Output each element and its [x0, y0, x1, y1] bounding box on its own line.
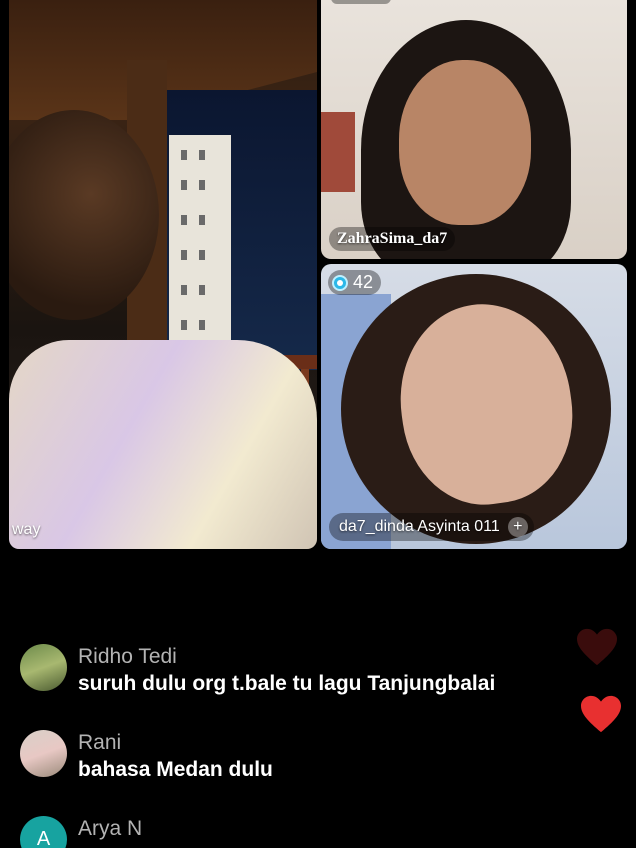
scene-window [199, 180, 205, 190]
scene-window [199, 150, 205, 160]
viewer-count: 42 [353, 272, 374, 292]
scene-window [181, 320, 187, 330]
heart-icon[interactable] [579, 694, 623, 734]
comment-item[interactable]: A Arya N [20, 816, 142, 848]
comment-text: Ridho Tedi suruh dulu org t.bale tu lagu… [78, 644, 495, 698]
avatar[interactable] [20, 644, 67, 691]
avatar[interactable] [20, 730, 67, 777]
comment-text: Arya N [78, 816, 142, 848]
main-tile-label: way [12, 521, 41, 538]
plus-icon[interactable]: + [507, 517, 528, 537]
plus-glyph: + [513, 518, 523, 535]
viewer-badge-partial [331, 0, 391, 4]
guest-1-username[interactable]: ZahraSima_da7 [329, 227, 456, 251]
heart-icon [577, 628, 617, 666]
comment-author[interactable]: Arya N [78, 816, 142, 842]
guest-2-name-pill[interactable]: da7_dinda Asyinta 011 + [329, 513, 534, 541]
scene-window [181, 250, 187, 260]
scene-window [181, 180, 187, 190]
comment-message: bahasa Medan dulu [78, 758, 273, 781]
guest-1-face [399, 60, 531, 225]
comment-author[interactable]: Rani [78, 730, 273, 756]
video-tile-guest-1[interactable]: ZahraSima_da7 [321, 0, 627, 259]
comment-text: Rani bahasa Medan dulu [78, 730, 273, 784]
scene-window [199, 285, 205, 295]
scene-window [181, 215, 187, 225]
comment-message: suruh dulu org t.bale tu lagu Tanjungbal… [78, 672, 496, 695]
scene-window [199, 215, 205, 225]
avatar[interactable]: A [20, 816, 67, 848]
scene-window [199, 250, 205, 260]
gem-icon [332, 274, 348, 291]
video-tile-guest-2[interactable]: 42 da7_dinda Asyinta 011 + [321, 264, 627, 549]
guest-2-username: da7_dinda Asyinta 011 [339, 518, 500, 535]
scene-window [181, 150, 187, 160]
comment-author[interactable]: Ridho Tedi [78, 644, 495, 670]
live-stream-screen: way ZahraSima_da7 42 da7_dinda Asyinta 0… [0, 0, 636, 848]
streamer-body [9, 340, 317, 549]
viewer-count-badge[interactable]: 42 [328, 270, 382, 295]
comment-item[interactable]: Rani bahasa Medan dulu [20, 730, 273, 784]
scene-window [199, 320, 205, 330]
wall-poster [321, 112, 355, 192]
avatar-initial: A [36, 828, 51, 848]
comment-item[interactable]: Ridho Tedi suruh dulu org t.bale tu lagu… [20, 644, 495, 698]
scene-window [181, 285, 187, 295]
video-tile-main[interactable]: way [9, 0, 317, 549]
